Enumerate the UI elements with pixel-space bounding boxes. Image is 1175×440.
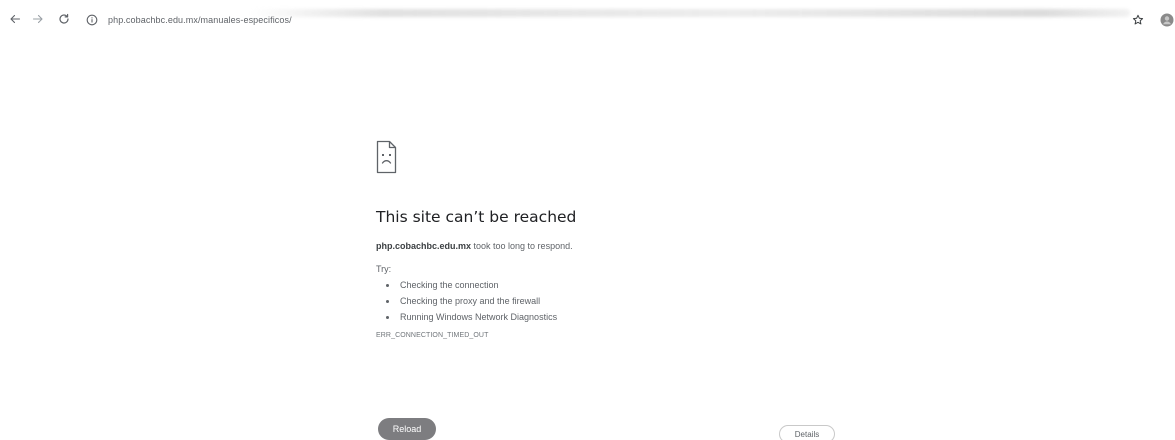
reload-icon	[59, 13, 69, 24]
arrow-right-icon	[32, 14, 43, 24]
blurred-region	[250, 9, 1130, 17]
details-button[interactable]: Details	[779, 425, 835, 440]
list-item: Running Windows Network Diagnostics	[398, 309, 856, 325]
list-item: Checking the proxy and the firewall	[398, 293, 856, 309]
info-icon	[86, 14, 98, 26]
try-label: Try:	[376, 264, 392, 274]
page-title: This site can’t be reached	[376, 208, 577, 226]
site-info-button[interactable]	[84, 12, 100, 28]
suggestions-list: Checking the connection Checking the pro…	[376, 277, 856, 325]
avatar	[1160, 13, 1174, 27]
browser-toolbar: php.cobachbc.edu.mx/manuales-especificos…	[0, 0, 1175, 40]
sad-page-icon	[376, 140, 398, 174]
reload-page-button[interactable]: Reload	[378, 418, 436, 440]
profile-button[interactable]	[1156, 9, 1175, 31]
error-message-text: took too long to respond.	[471, 241, 573, 251]
browser-window: php.cobachbc.edu.mx/manuales-especificos…	[0, 0, 1175, 440]
error-message: php.cobachbc.edu.mx took too long to res…	[376, 241, 856, 251]
bookmark-button[interactable]	[1127, 9, 1149, 31]
forward-button[interactable]	[27, 8, 49, 30]
error-code: ERR_CONNECTION_TIMED_OUT	[376, 332, 489, 339]
arrow-left-icon	[10, 14, 21, 24]
error-content: This site can’t be reached php.cobachbc.…	[376, 140, 856, 339]
list-item: Checking the connection	[398, 277, 856, 293]
error-host: php.cobachbc.edu.mx	[376, 241, 472, 251]
star-icon	[1132, 14, 1144, 25]
back-button[interactable]	[4, 8, 26, 30]
reload-button[interactable]	[53, 8, 75, 30]
